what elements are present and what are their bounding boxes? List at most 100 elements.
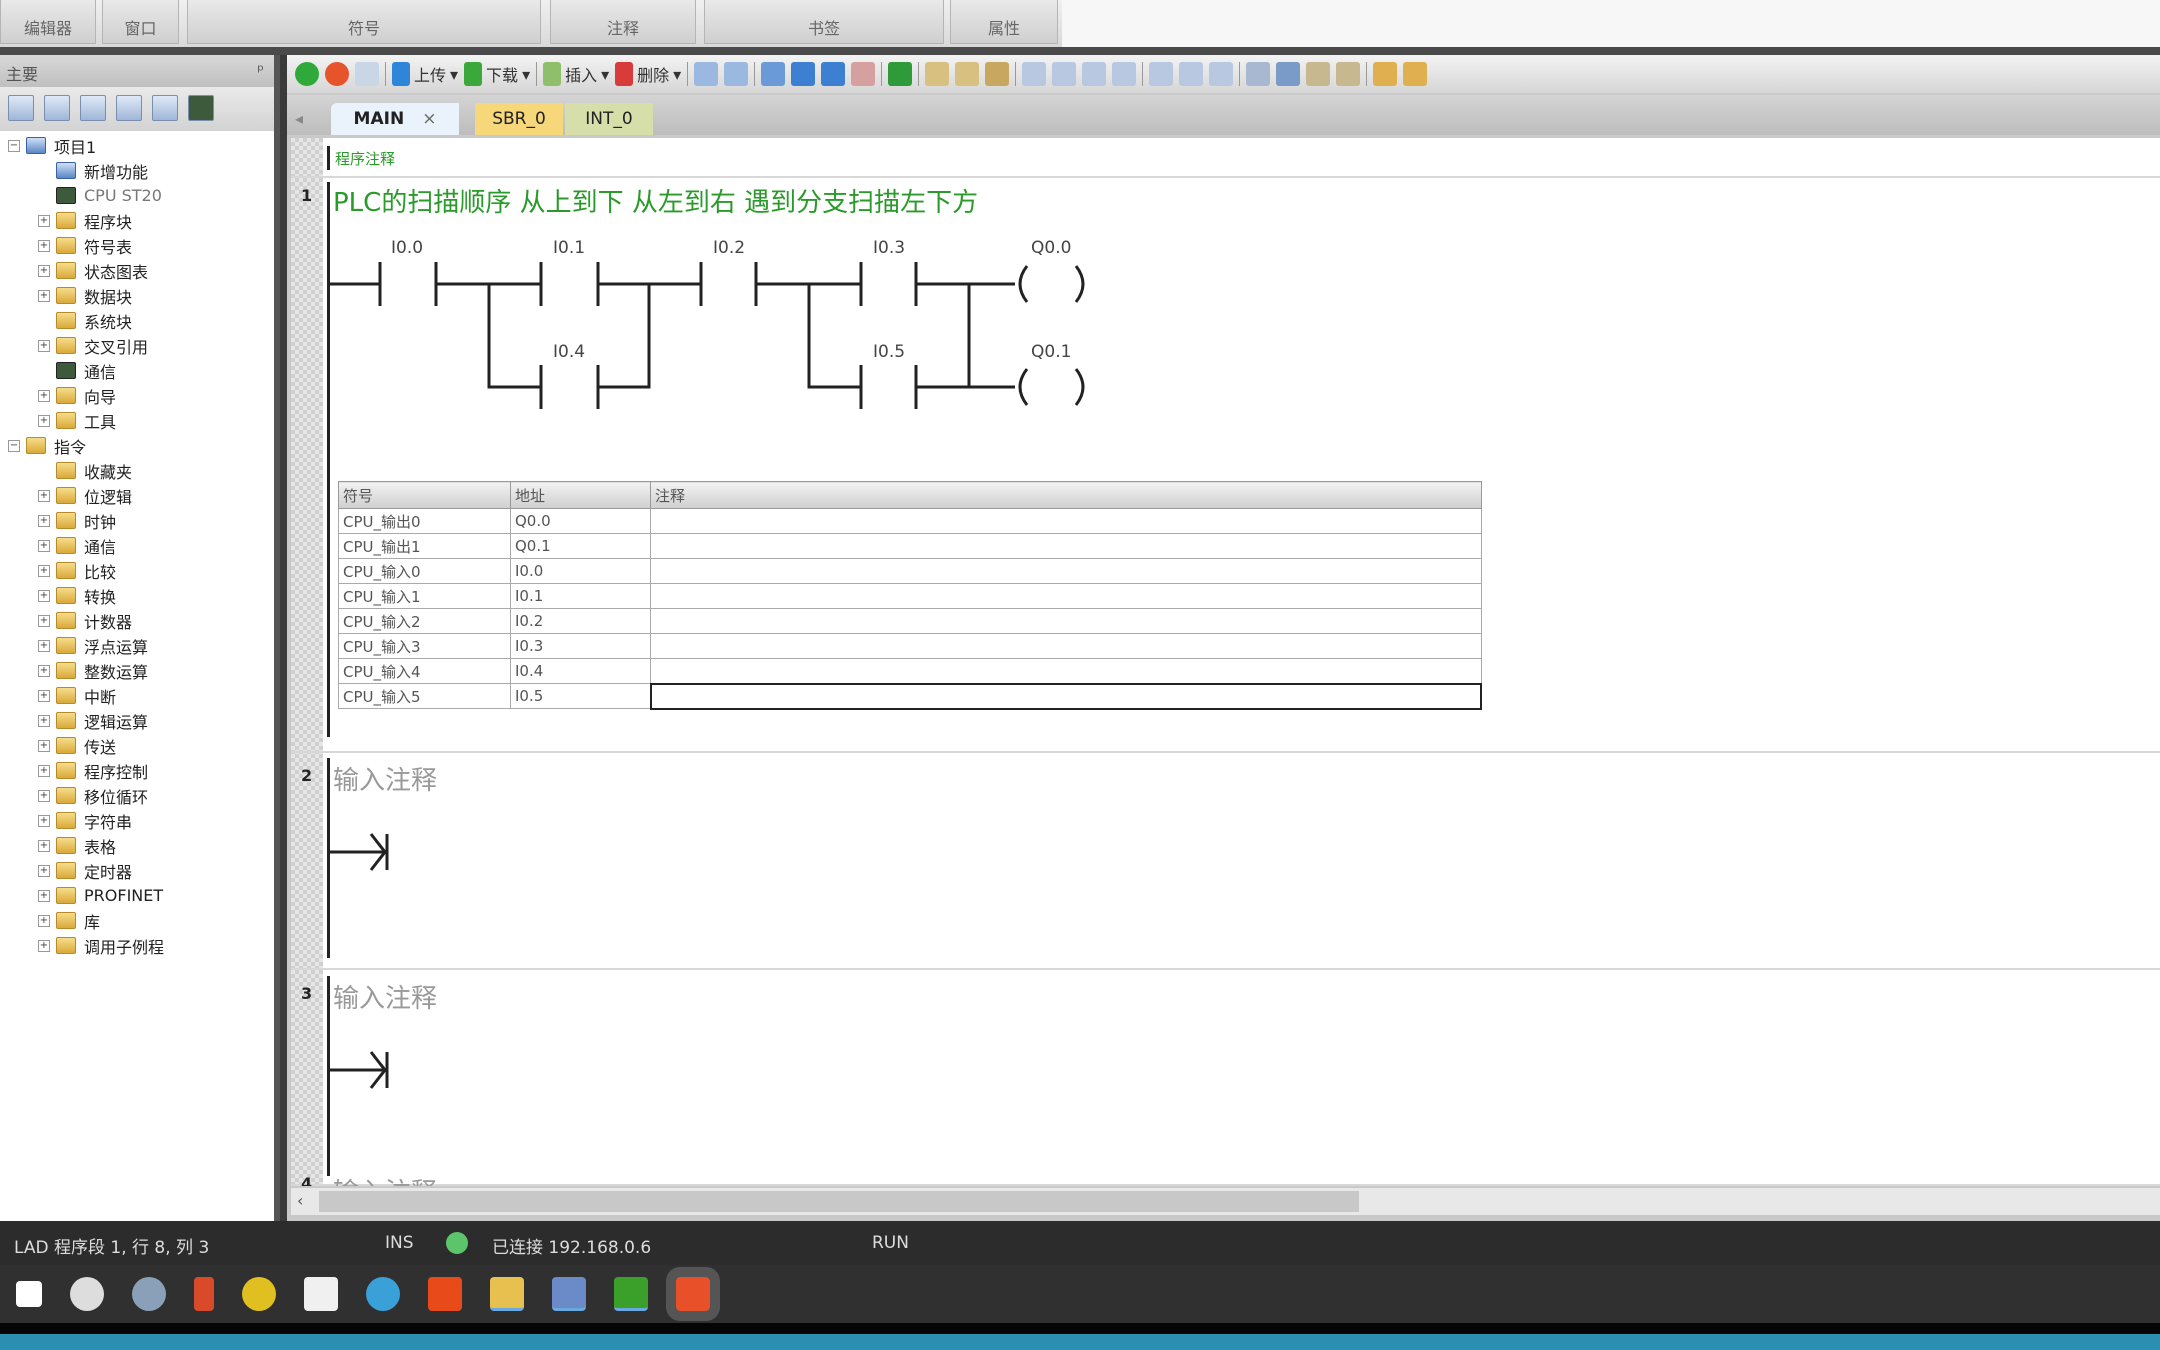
- tree-item[interactable]: 系统块: [0, 308, 274, 333]
- tree-item[interactable]: 新增功能: [0, 158, 274, 183]
- table-cell[interactable]: [650, 583, 1482, 609]
- contact-label[interactable]: I0.3: [873, 238, 905, 258]
- symbol-icon[interactable]: [1246, 62, 1271, 86]
- edit-icon[interactable]: [1306, 62, 1331, 86]
- insert-button[interactable]: 插入 ▾: [543, 62, 609, 86]
- table-icon[interactable]: [1276, 62, 1301, 86]
- table-cell[interactable]: I0.3: [510, 633, 651, 659]
- contact-label[interactable]: I0.5: [873, 342, 905, 362]
- expand-toggle-icon[interactable]: +: [38, 614, 50, 627]
- camtasia-green-icon[interactable]: [614, 1277, 648, 1311]
- ladder-editor[interactable]: 程序注释 1 PLC的扫描顺序 从上到下 从左到右 遇到分支扫描左下方 I0.0…: [291, 138, 2160, 1186]
- tree-item[interactable]: + 通信: [0, 533, 274, 558]
- table-cell[interactable]: I0.4: [510, 658, 651, 684]
- tree-tool-icon[interactable]: [44, 95, 70, 121]
- protect-icon[interactable]: [955, 62, 980, 86]
- network-title[interactable]: 输入注释: [333, 978, 437, 1015]
- expand-toggle-icon[interactable]: +: [38, 214, 50, 227]
- table-row[interactable]: CPU_输出1 Q0.1: [338, 533, 1482, 559]
- network-title[interactable]: 输入注释: [333, 760, 437, 797]
- tree-item[interactable]: + 移位循环: [0, 783, 274, 808]
- expand-toggle-icon[interactable]: +: [38, 564, 50, 577]
- tab-sbr0[interactable]: SBR_0: [475, 103, 563, 135]
- expand-toggle-icon[interactable]: +: [38, 239, 50, 252]
- contact-label[interactable]: I0.2: [713, 238, 745, 258]
- tree-item[interactable]: + 定时器: [0, 858, 274, 883]
- monitor-icon[interactable]: [188, 95, 214, 121]
- expand-toggle-icon[interactable]: +: [38, 764, 50, 777]
- scroll-left-icon[interactable]: ‹: [297, 1191, 303, 1210]
- contact-label[interactable]: I0.4: [553, 342, 585, 362]
- key-icon[interactable]: [1373, 62, 1398, 86]
- tree-item[interactable]: + 比较: [0, 558, 274, 583]
- tree-item[interactable]: + 程序控制: [0, 758, 274, 783]
- horizontal-scrollbar[interactable]: ‹: [291, 1188, 2160, 1215]
- ribbon-group-window[interactable]: 窗口: [102, 0, 179, 44]
- table-cell[interactable]: [650, 658, 1482, 684]
- tree-item[interactable]: + 整数运算: [0, 658, 274, 683]
- expand-toggle-icon[interactable]: +: [38, 589, 50, 602]
- connection-status[interactable]: 已连接 192.168.0.6: [492, 1233, 651, 1258]
- coil-label[interactable]: Q0.1: [1031, 342, 1071, 362]
- coil-label[interactable]: Q0.0: [1031, 238, 1071, 258]
- table-row[interactable]: CPU_输入0 I0.0: [338, 558, 1482, 584]
- expand-toggle-icon[interactable]: +: [38, 339, 50, 352]
- expand-toggle-icon[interactable]: +: [38, 914, 50, 927]
- table-cell[interactable]: Q0.1: [510, 533, 651, 559]
- ribbon-group-editor[interactable]: 编辑器: [0, 0, 96, 44]
- table-cell[interactable]: CPU_输入4: [338, 658, 511, 684]
- app-icon[interactable]: [242, 1277, 276, 1311]
- expand-toggle-icon[interactable]: +: [38, 939, 50, 952]
- expand-toggle-icon[interactable]: +: [38, 514, 50, 527]
- table-cell[interactable]: CPU_输入5: [338, 683, 511, 709]
- expand-toggle-icon[interactable]: +: [38, 664, 50, 677]
- windows-start-icon[interactable]: [16, 1281, 42, 1307]
- edit-icon[interactable]: [1336, 62, 1361, 86]
- tree-item[interactable]: + 时钟: [0, 508, 274, 533]
- expand-toggle-icon[interactable]: +: [38, 814, 50, 827]
- table-cell[interactable]: I0.5: [510, 683, 651, 709]
- tab-int0[interactable]: INT_0: [565, 103, 653, 135]
- tree-item[interactable]: 通信: [0, 358, 274, 383]
- tree-item[interactable]: + 状态图表: [0, 258, 274, 283]
- table-row[interactable]: CPU_输出0 Q0.0: [338, 508, 1482, 534]
- tree-item[interactable]: + 调用子例程: [0, 933, 274, 958]
- table-cell[interactable]: CPU_输入0: [338, 558, 511, 584]
- network-icon[interactable]: [724, 62, 749, 86]
- tree-item[interactable]: + 表格: [0, 833, 274, 858]
- expand-toggle-icon[interactable]: +: [38, 389, 50, 402]
- app-jf-icon[interactable]: [428, 1277, 462, 1311]
- table-cell[interactable]: [649, 682, 1482, 710]
- expand-toggle-icon[interactable]: +: [38, 889, 50, 902]
- table-cell[interactable]: Q0.0: [510, 508, 651, 534]
- table-cell[interactable]: [650, 633, 1482, 659]
- ribbon-group-properties[interactable]: 属性: [950, 0, 1058, 44]
- table-cell[interactable]: CPU_输入1: [338, 583, 511, 609]
- stop-icon[interactable]: [325, 62, 349, 86]
- expand-toggle-icon[interactable]: +: [38, 864, 50, 877]
- compile-icon[interactable]: [355, 62, 379, 86]
- tree-item[interactable]: + PROFINET: [0, 883, 274, 908]
- expand-toggle-icon[interactable]: −: [8, 139, 20, 152]
- tree-tool-icon[interactable]: [152, 95, 178, 121]
- ribbon-group-symbol[interactable]: 符号: [187, 0, 541, 44]
- ladder-line-icon[interactable]: [1052, 62, 1077, 86]
- protect-icon[interactable]: [925, 62, 950, 86]
- tab-main[interactable]: MAIN ×: [331, 103, 459, 135]
- table-row[interactable]: CPU_输入5 I0.5: [338, 682, 1482, 710]
- table-cell[interactable]: [650, 608, 1482, 634]
- tree-item[interactable]: + 逻辑运算: [0, 708, 274, 733]
- ladder-line-icon[interactable]: [1082, 62, 1107, 86]
- tree-item[interactable]: + 传送: [0, 733, 274, 758]
- tree-item[interactable]: + 浮点运算: [0, 633, 274, 658]
- expand-toggle-icon[interactable]: +: [38, 289, 50, 302]
- app-icon[interactable]: [132, 1277, 166, 1311]
- ribbon-group-bookmark[interactable]: 书签: [704, 0, 944, 44]
- upload-button[interactable]: 上传 ▾: [392, 62, 458, 86]
- table-row[interactable]: CPU_输入4 I0.4: [338, 658, 1482, 684]
- table-cell[interactable]: CPU_输出0: [338, 508, 511, 534]
- expand-toggle-icon[interactable]: +: [38, 639, 50, 652]
- tab-scroll-left-icon[interactable]: ◂: [295, 109, 303, 128]
- ladder-line-icon[interactable]: [1112, 62, 1137, 86]
- tree-item[interactable]: + 中断: [0, 683, 274, 708]
